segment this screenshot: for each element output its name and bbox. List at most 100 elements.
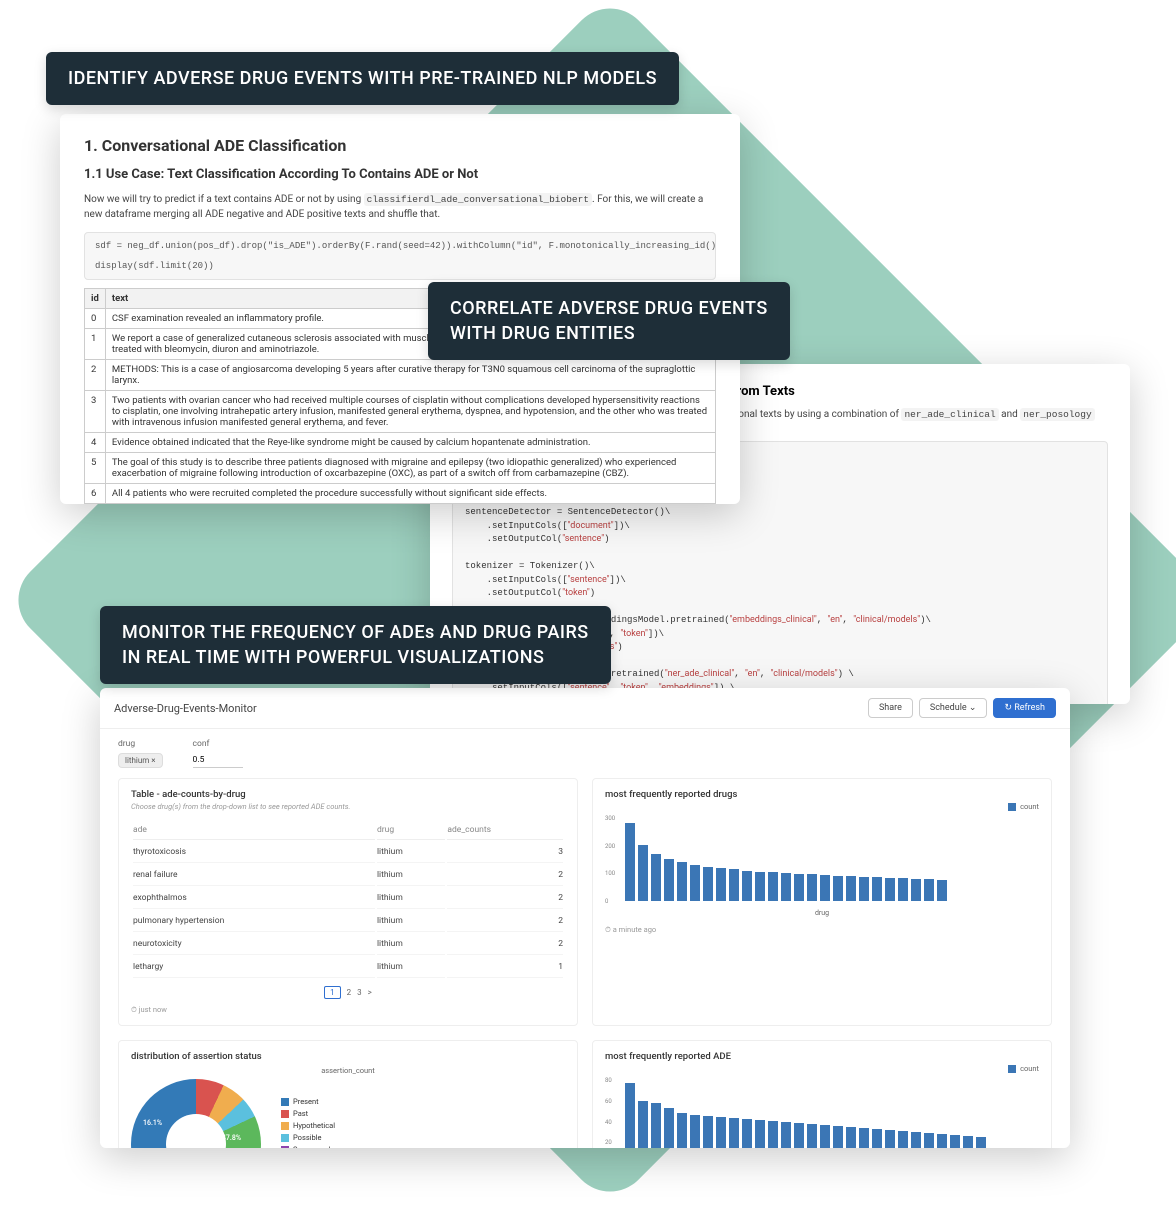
table-row: 3Two patients with ovarian cancer who ha… xyxy=(85,391,716,433)
bar xyxy=(755,872,765,901)
bar xyxy=(690,865,700,901)
dashboard-panel: Adverse-Drug-Events-Monitor Share Schedu… xyxy=(100,688,1070,1148)
dashboard-title: Adverse-Drug-Events-Monitor xyxy=(114,702,257,715)
bar xyxy=(937,1134,947,1148)
bar xyxy=(885,1130,895,1148)
bar xyxy=(664,859,674,902)
bar xyxy=(937,880,947,901)
bar xyxy=(638,845,648,901)
filter-conf-label: conf xyxy=(193,739,243,749)
bar xyxy=(716,868,726,901)
bar xyxy=(872,877,882,901)
filter-drug-value[interactable]: lithium × xyxy=(118,753,163,768)
bar xyxy=(794,1123,804,1148)
share-button[interactable]: Share xyxy=(868,698,913,718)
bar xyxy=(963,1136,973,1148)
table-row: pulmonary hypertensionlithium2 xyxy=(133,911,563,932)
table-row: 2METHODS: This is a case of angiosarcoma… xyxy=(85,360,716,391)
bar xyxy=(807,874,817,901)
bar xyxy=(898,878,908,901)
bar xyxy=(742,871,752,901)
legend-item: Present xyxy=(281,1096,338,1108)
bar-chart-ade: 806040200 xyxy=(605,1077,1039,1148)
donut-legend: PresentPastHypotheticalPossibleSomeoneel… xyxy=(281,1096,338,1148)
bar xyxy=(729,1118,739,1148)
card-title: distribution of assertion status xyxy=(131,1051,565,1062)
table-row: thyrotoxicosislithium3 xyxy=(133,842,563,863)
bar xyxy=(703,867,713,901)
bar xyxy=(911,1132,921,1148)
card-timestamp: ⏱ a minute ago xyxy=(605,925,1039,935)
dashboard-header-buttons: Share Schedule ⌄ ↻ Refresh xyxy=(868,698,1056,718)
legend-item: Someoneelse xyxy=(281,1144,338,1148)
table-row: lethargylithium1 xyxy=(133,957,563,978)
bar xyxy=(950,1135,960,1148)
filter-drug-label: drug xyxy=(118,739,163,749)
card-drugs-bar: most frequently reported drugs count 300… xyxy=(592,778,1052,1026)
donut-center-label: assertion_count xyxy=(131,1066,565,1075)
bar xyxy=(794,874,804,901)
chart-legend: count xyxy=(605,1064,1039,1073)
legend-item: Hypothetical xyxy=(281,1120,338,1132)
bar xyxy=(976,1137,986,1148)
filter-conf-input[interactable] xyxy=(193,753,243,768)
table-row: 6All 4 patients who were recruited compl… xyxy=(85,484,716,504)
bar xyxy=(755,1120,765,1148)
code-block-1: sdf = neg_df.union(pos_df).drop("is_ADE"… xyxy=(84,232,716,280)
dashboard-filters: drug lithium × conf xyxy=(100,729,1070,778)
pager-page[interactable]: 1 xyxy=(324,986,341,999)
bar xyxy=(677,862,687,901)
x-axis-label: drug xyxy=(605,909,1039,917)
pager-page[interactable]: > xyxy=(368,988,372,997)
label-monitor-ade: MONITOR THE FREQUENCY OF ADEs AND DRUG P… xyxy=(100,606,611,684)
ade-table: adedrugade_counts thyrotoxicosislithium3… xyxy=(131,819,565,980)
bar xyxy=(716,1117,726,1148)
legend-item: Possible xyxy=(281,1132,338,1144)
pager-page[interactable]: 2 xyxy=(347,988,352,997)
bar xyxy=(703,1116,713,1148)
col-header: id xyxy=(85,289,106,309)
bar xyxy=(820,875,830,901)
bar xyxy=(833,876,843,902)
label-identify-ade: IDENTIFY ADVERSE DRUG EVENTS WITH PRE-TR… xyxy=(46,52,679,105)
heading-1: 1. Conversational ADE Classification xyxy=(84,136,716,155)
card-assertion-donut: distribution of assertion status asserti… xyxy=(118,1040,578,1148)
pager-page[interactable]: 3 xyxy=(357,988,362,997)
dashboard-header: Adverse-Drug-Events-Monitor Share Schedu… xyxy=(100,688,1070,729)
bar xyxy=(768,872,778,901)
col-header: ade_counts xyxy=(447,821,563,840)
slice-pct: 16.1% xyxy=(143,1119,162,1127)
slice-pct: 47.8% xyxy=(222,1134,241,1142)
col-header: drug xyxy=(377,821,445,840)
donut-chart: 47.8% 16.1% 18.0% 7.93% xyxy=(131,1079,261,1148)
card-title: most frequently reported drugs xyxy=(605,789,1039,800)
card-subtitle: Choose drug(s) from the drop-down list t… xyxy=(131,802,565,811)
card-ade-counts-table: Table - ade-counts-by-drug Choose drug(s… xyxy=(118,778,578,1026)
bar xyxy=(677,1113,687,1148)
bar xyxy=(625,1083,635,1148)
bar xyxy=(885,878,895,901)
table-row: exophthalmoslithium2 xyxy=(133,888,563,909)
refresh-button[interactable]: ↻ Refresh xyxy=(993,698,1056,718)
col-header: ade xyxy=(133,821,375,840)
bar xyxy=(872,1129,882,1148)
bar xyxy=(846,1127,856,1148)
bar xyxy=(742,1119,752,1148)
table-row: 4Evidence obtained indicated that the Re… xyxy=(85,433,716,453)
bar xyxy=(911,879,921,901)
bar xyxy=(924,1133,934,1148)
chart-legend: count xyxy=(605,802,1039,811)
table-row: renal failurelithium2 xyxy=(133,865,563,886)
bar xyxy=(690,1115,700,1148)
bar-chart-drugs: 3002001000 xyxy=(605,815,1039,905)
table-row: 5The goal of this study is to describe t… xyxy=(85,453,716,484)
card-title: most frequently reported ADE xyxy=(605,1051,1039,1062)
bar xyxy=(625,823,635,901)
label-correlate-ade: CORRELATE ADVERSE DRUG EVENTS WITH DRUG … xyxy=(428,282,790,360)
bar xyxy=(807,1124,817,1148)
table-pager[interactable]: 123 > xyxy=(131,988,565,997)
schedule-button[interactable]: Schedule ⌄ xyxy=(919,698,988,718)
bar xyxy=(781,873,791,901)
bar xyxy=(781,1122,791,1148)
bar xyxy=(846,876,856,901)
